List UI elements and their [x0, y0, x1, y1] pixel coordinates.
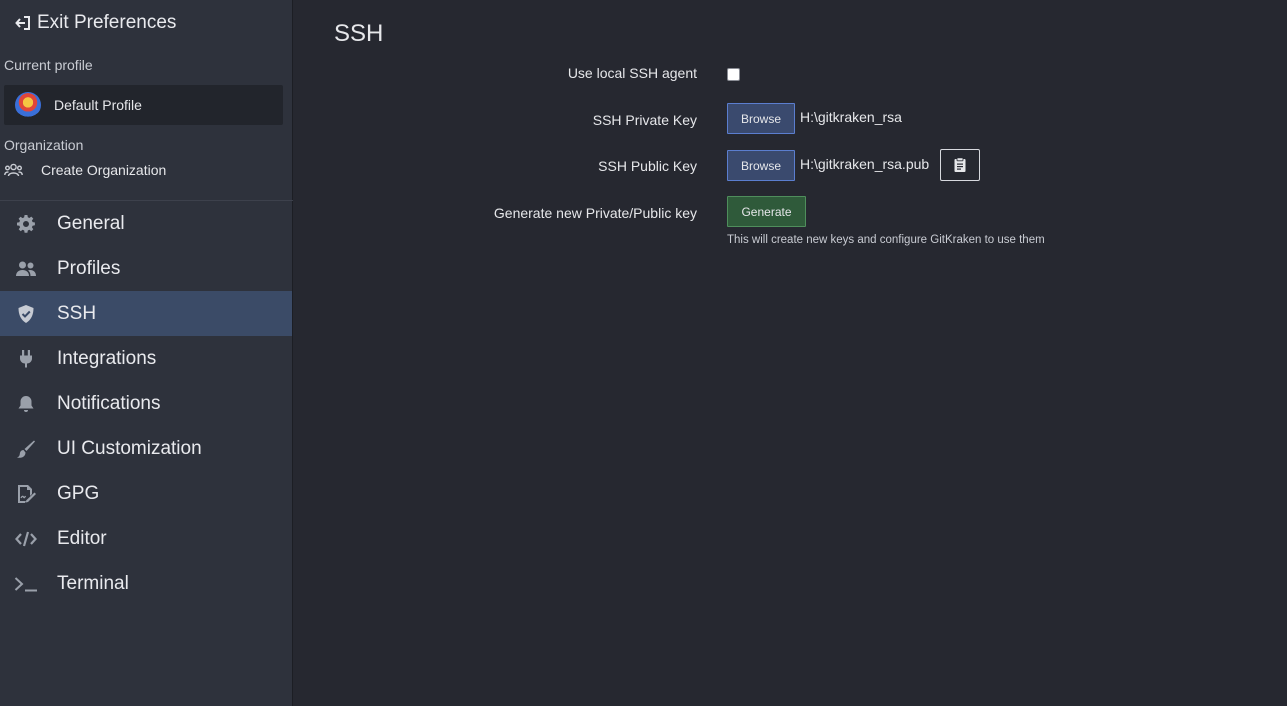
sidebar-item-ssh[interactable]: SSH — [0, 291, 292, 336]
current-profile-label: Current profile — [4, 57, 93, 73]
exit-preferences-button[interactable]: Exit Preferences — [14, 11, 176, 35]
private-key-browse-button[interactable]: Browse — [727, 103, 795, 134]
sidebar-item-label: General — [57, 212, 125, 234]
profile-name: Default Profile — [54, 97, 142, 113]
sidebar-item-profiles[interactable]: Profiles — [0, 246, 292, 291]
users-icon — [14, 257, 38, 281]
generate-hint: This will create new keys and configure … — [727, 234, 1045, 246]
sidebar-item-label: Terminal — [57, 572, 129, 594]
use-ssh-agent-label: Use local SSH agent — [567, 65, 697, 81]
generate-button[interactable]: Generate — [727, 196, 806, 227]
sidebar: Exit Preferences Current profile Default… — [0, 0, 293, 706]
public-key-label: SSH Public Key — [598, 158, 697, 174]
clipboard-icon — [954, 157, 966, 172]
users-group-icon — [4, 163, 23, 177]
create-organization-button[interactable]: Create Organization — [4, 159, 284, 181]
profile-selector[interactable]: Default Profile — [4, 85, 283, 125]
brush-icon — [14, 437, 38, 461]
sidebar-item-label: Editor — [57, 527, 107, 549]
sidebar-item-notifications[interactable]: Notifications — [0, 381, 292, 426]
bell-icon — [14, 392, 38, 416]
public-key-path: H:\gitkraken_rsa.pub — [800, 156, 930, 172]
sidebar-item-label: SSH — [57, 302, 97, 324]
sidebar-item-label: Profiles — [57, 257, 121, 279]
gear-icon — [14, 212, 38, 236]
sidebar-item-label: Notifications — [57, 392, 161, 414]
plug-icon — [14, 347, 38, 371]
sidebar-item-general[interactable]: General — [0, 201, 292, 246]
sidebar-item-label: Integrations — [57, 347, 157, 369]
generate-key-label: Generate new Private/Public key — [493, 205, 697, 221]
private-key-path: H:\gitkraken_rsa — [800, 109, 902, 125]
page-title: SSH — [334, 20, 384, 47]
profile-avatar — [15, 92, 41, 118]
copy-public-key-button[interactable] — [940, 149, 980, 181]
sidebar-item-gpg[interactable]: GPG — [0, 471, 292, 516]
signature-icon — [14, 482, 38, 506]
sidebar-item-terminal[interactable]: Terminal — [0, 561, 292, 606]
public-key-browse-button[interactable]: Browse — [727, 150, 795, 181]
private-key-label: SSH Private Key — [592, 112, 697, 128]
organization-label: Organization — [4, 137, 84, 153]
ssh-settings-panel: SSH Use local SSH agent SSH Private Key … — [294, 0, 1287, 706]
use-ssh-agent-checkbox[interactable] — [727, 68, 740, 81]
sign-out-icon — [15, 16, 30, 30]
sidebar-item-integrations[interactable]: Integrations — [0, 336, 292, 381]
sidebar-item-label: GPG — [57, 482, 100, 504]
terminal-icon — [14, 572, 38, 596]
create-organization-label: Create Organization — [41, 162, 167, 178]
exit-preferences-label: Exit Preferences — [37, 12, 177, 33]
code-icon — [14, 527, 38, 551]
sidebar-item-editor[interactable]: Editor — [0, 516, 292, 561]
shield-icon — [14, 302, 38, 326]
sidebar-item-label: UI Customization — [57, 437, 202, 459]
sidebar-item-ui-customization[interactable]: UI Customization — [0, 426, 292, 471]
